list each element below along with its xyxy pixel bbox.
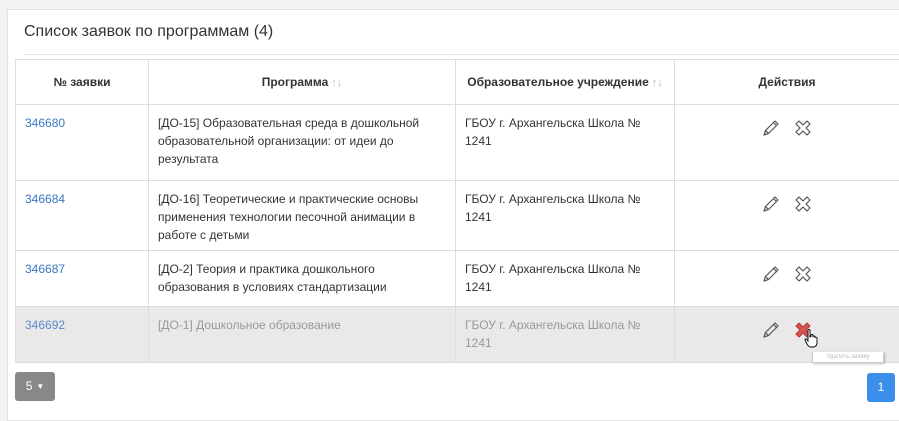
cross-icon[interactable]	[792, 117, 814, 139]
cell-num: 346687	[16, 251, 149, 307]
cross-icon[interactable]	[792, 263, 814, 285]
pencil-icon[interactable]	[760, 319, 782, 341]
application-link[interactable]: 346684	[25, 192, 65, 206]
header-org[interactable]: Образовательное учреждение↑↓	[456, 60, 675, 105]
header-org-label: Образовательное учреждение	[467, 75, 649, 89]
table-row: 346680 [ДО-15] Образовательная среда в д…	[16, 105, 899, 181]
application-link[interactable]: 346692	[25, 318, 65, 332]
cell-program: [ДО-2] Теория и практика дошкольного обр…	[149, 251, 456, 307]
header-actions-label: Действия	[758, 75, 815, 89]
title-divider	[24, 54, 899, 55]
application-link[interactable]: 346687	[25, 262, 65, 276]
table-row: 346687 [ДО-2] Теория и практика дошкольн…	[16, 251, 899, 307]
page-size-dropdown[interactable]: 5▼	[15, 372, 55, 401]
header-num-label: № заявки	[54, 75, 111, 89]
cell-org: ГБОУ г. Архангельска Школа № 1241	[456, 105, 675, 181]
table-row-hovered: 346692 [ДО-1] Дошкольное образование ГБО…	[16, 307, 899, 363]
cell-program: [ДО-16] Теоретические и практические осн…	[149, 181, 456, 251]
cell-org: ГБОУ г. Архангельска Школа № 1241	[456, 181, 675, 251]
panel-title: Список заявок по программам (4)	[24, 23, 273, 41]
table-row: 346684 [ДО-16] Теоретические и практичес…	[16, 181, 899, 251]
cell-org: ГБОУ г. Архангельска Школа № 1241	[456, 251, 675, 307]
delete-tooltip: Удалить заявку	[812, 352, 884, 363]
caret-down-icon: ▼	[36, 372, 44, 401]
header-actions: Действия	[675, 60, 899, 105]
header-program-label: Программа	[262, 75, 329, 89]
page-size-value: 5	[26, 379, 33, 393]
header-num: № заявки	[16, 60, 149, 105]
sort-icon[interactable]: ↑↓	[331, 77, 342, 89]
application-link[interactable]: 346680	[25, 116, 65, 130]
pencil-icon[interactable]	[760, 263, 782, 285]
cell-num: 346692	[16, 307, 149, 363]
cell-actions	[675, 105, 899, 181]
cell-actions	[675, 251, 899, 307]
cell-num: 346684	[16, 181, 149, 251]
cell-program: [ДО-15] Образовательная среда в дошкольн…	[149, 105, 456, 181]
pencil-icon[interactable]	[760, 193, 782, 215]
cell-program: [ДО-1] Дошкольное образование	[149, 307, 456, 363]
pencil-icon[interactable]	[760, 117, 782, 139]
sort-icon[interactable]: ↑↓	[652, 77, 663, 89]
cell-actions	[675, 181, 899, 251]
applications-table: № заявки Программа↑↓ Образовательное учр…	[15, 59, 899, 363]
header-program[interactable]: Программа↑↓	[149, 60, 456, 105]
cell-org: ГБОУ г. Архангельска Школа № 1241	[456, 307, 675, 363]
cross-icon[interactable]	[792, 193, 814, 215]
table-header-row: № заявки Программа↑↓ Образовательное учр…	[16, 60, 899, 105]
page-button-current[interactable]: 1	[867, 373, 895, 402]
hand-cursor-icon	[804, 328, 818, 348]
cell-num: 346680	[16, 105, 149, 181]
